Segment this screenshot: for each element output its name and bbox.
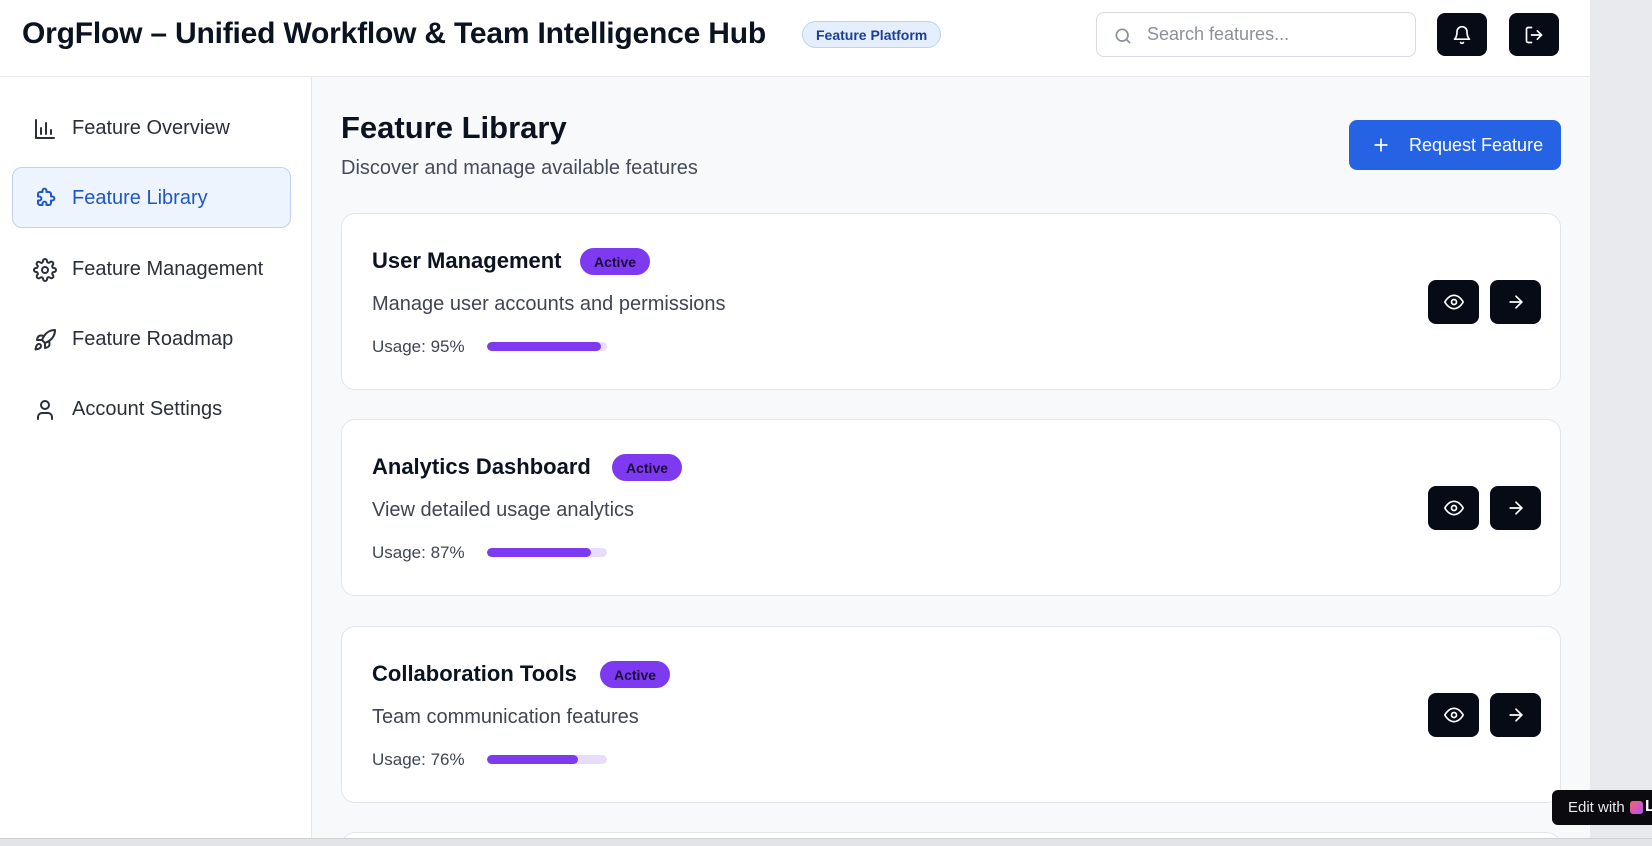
logout-button[interactable] <box>1509 13 1559 56</box>
usage-bar <box>487 548 607 557</box>
puzzle-icon <box>37 187 56 206</box>
usage-bar <box>487 342 607 351</box>
view-feature-button[interactable] <box>1428 486 1479 530</box>
edit-with-label: Edit with <box>1568 799 1625 816</box>
logout-icon <box>1525 26 1543 43</box>
user-icon <box>37 400 53 420</box>
app-title: OrgFlow – Unified Workflow & Team Intell… <box>22 17 766 50</box>
usage-bar-fill <box>487 755 579 764</box>
sidebar-item-label: Feature Management <box>72 258 264 280</box>
brand-logo-icon <box>1630 801 1643 814</box>
bottom-scrollbar[interactable] <box>0 838 1652 846</box>
request-feature-button[interactable]: Request Feature <box>1349 120 1561 170</box>
search-box[interactable] <box>1096 12 1416 57</box>
request-feature-label: Request Feature <box>1409 135 1544 155</box>
open-feature-button[interactable] <box>1490 693 1541 737</box>
feature-card-analytics-dashboard: Analytics Dashboard Active View detailed… <box>341 419 1561 596</box>
rocket-icon <box>34 328 56 351</box>
eye-icon <box>1443 500 1464 516</box>
sidebar-item-feature-roadmap[interactable]: Feature Roadmap <box>12 308 291 369</box>
arrow-right-icon <box>1508 501 1523 515</box>
search-icon <box>1115 28 1131 44</box>
notifications-button[interactable] <box>1437 13 1487 56</box>
open-feature-button[interactable] <box>1490 280 1541 324</box>
open-feature-button[interactable] <box>1490 486 1541 530</box>
sidebar-item-feature-overview[interactable]: Feature Overview <box>12 97 291 158</box>
top-header: OrgFlow – Unified Workflow & Team Intell… <box>0 0 1590 77</box>
main-content: Feature Library Discover and manage avai… <box>312 77 1590 838</box>
gear-icon <box>33 258 57 282</box>
status-badge: Active <box>612 454 683 481</box>
feature-card-user-management: User Management Active Manage user accou… <box>341 213 1561 390</box>
bell-icon <box>1453 25 1471 44</box>
edit-with-badge[interactable]: Edit with L <box>1552 790 1652 825</box>
page-subtitle: Discover and manage available features <box>341 157 698 179</box>
usage-bar-fill <box>487 342 601 351</box>
page-title: Feature Library <box>341 110 567 145</box>
arrow-right-icon <box>1508 708 1523 722</box>
eye-icon <box>1443 294 1464 310</box>
sidebar-item-label: Feature Library <box>72 187 208 209</box>
sidebar-item-feature-management[interactable]: Feature Management <box>12 238 291 299</box>
view-feature-button[interactable] <box>1428 280 1479 324</box>
status-badge: Active <box>600 661 671 688</box>
usage-bar-fill <box>487 548 592 557</box>
search-input[interactable] <box>1147 13 1407 56</box>
usage-label: Usage: 95% <box>372 337 465 356</box>
usage-label: Usage: 87% <box>372 543 465 562</box>
sidebar-item-label: Feature Overview <box>72 117 230 139</box>
platform-badge: Feature Platform <box>802 21 942 48</box>
sidebar-item-feature-library[interactable]: Feature Library <box>12 167 291 228</box>
feature-description: Manage user accounts and permissions <box>372 293 726 315</box>
plus-icon <box>1374 138 1388 152</box>
sidebar-item-label: Feature Roadmap <box>72 328 234 350</box>
usage-bar <box>487 755 607 764</box>
feature-name: Analytics Dashboard <box>372 454 591 479</box>
sidebar: Feature Overview Feature Library Feature… <box>0 77 312 838</box>
edit-with-brand-fragment: L <box>1645 798 1652 815</box>
usage-label: Usage: 76% <box>372 750 465 769</box>
sidebar-item-account-settings[interactable]: Account Settings <box>12 378 291 439</box>
arrow-right-icon <box>1508 295 1523 309</box>
eye-icon <box>1443 707 1464 723</box>
feature-description: Team communication features <box>372 706 639 728</box>
feature-card-collaboration-tools: Collaboration Tools Active Team communic… <box>341 626 1561 803</box>
feature-description: View detailed usage analytics <box>372 499 635 521</box>
status-badge: Active <box>580 248 651 275</box>
feature-name: User Management <box>372 248 562 273</box>
app-window: OrgFlow – Unified Workflow & Team Intell… <box>0 0 1590 838</box>
sidebar-item-label: Account Settings <box>72 398 223 420</box>
bar-chart-icon <box>35 119 55 139</box>
view-feature-button[interactable] <box>1428 693 1479 737</box>
feature-name: Collaboration Tools <box>372 661 577 686</box>
